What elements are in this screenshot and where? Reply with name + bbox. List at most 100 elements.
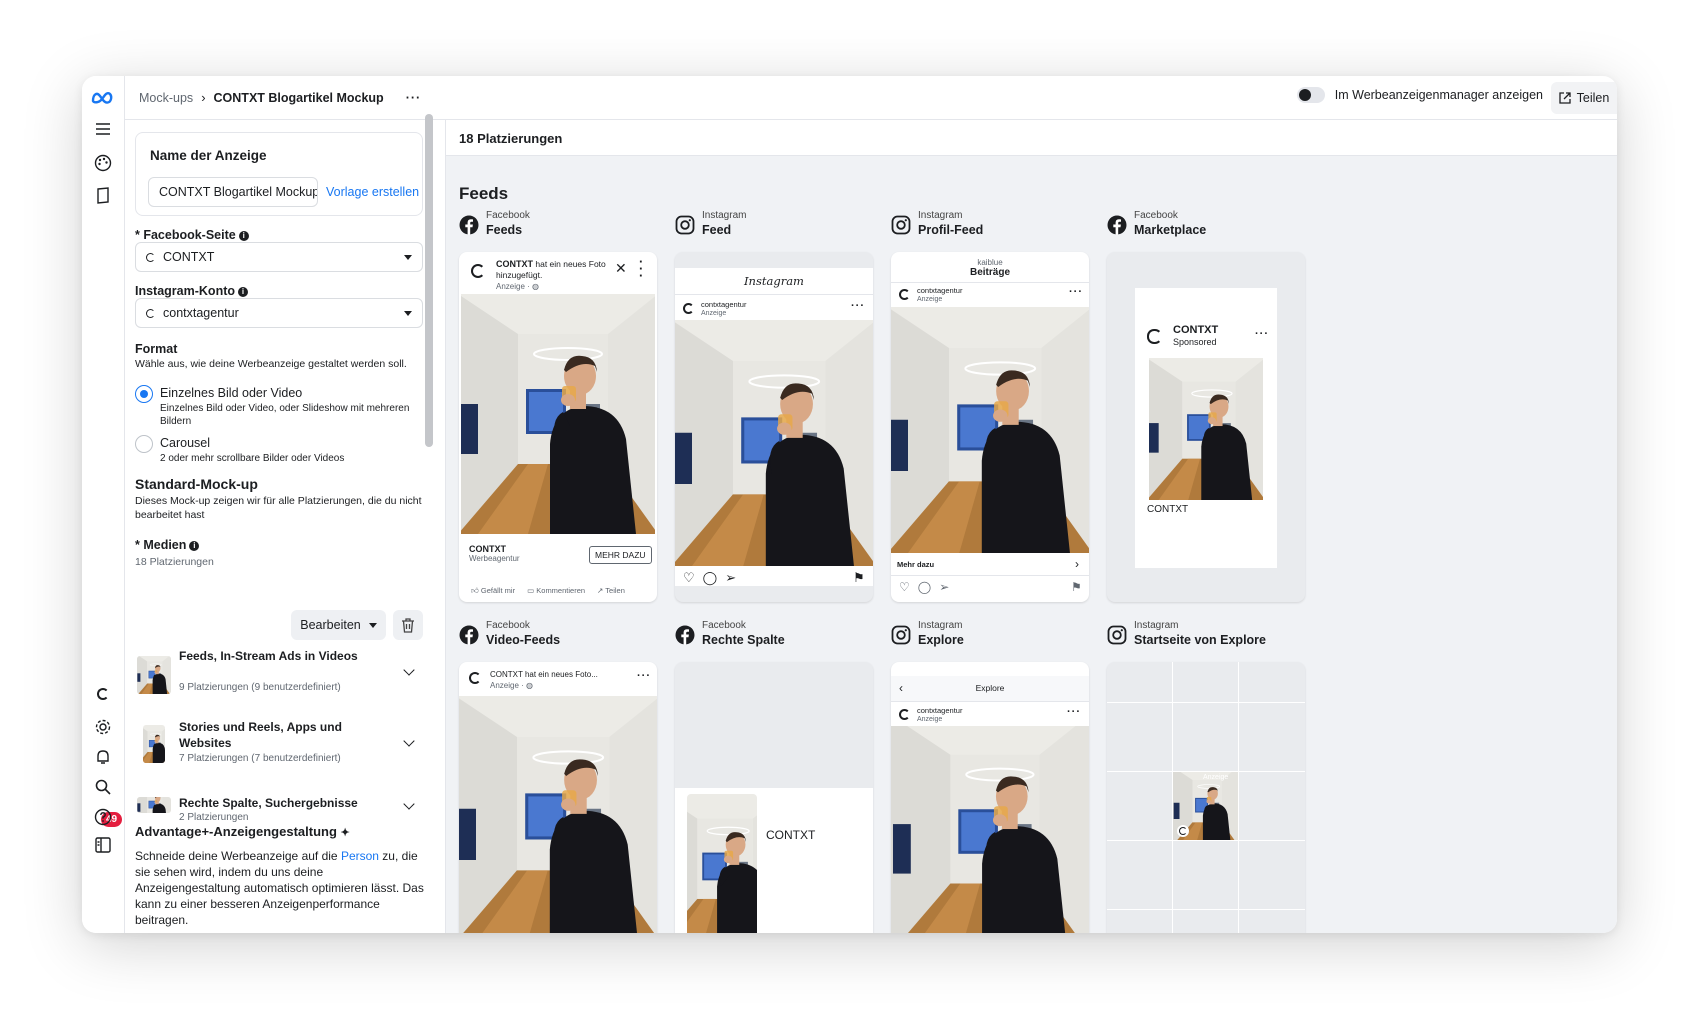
more-icon[interactable]: ···: [637, 670, 651, 682]
ads-manager-toggle[interactable]: [1296, 87, 1325, 103]
comment-icon[interactable]: ◯: [703, 570, 718, 586]
meta-logo-icon[interactable]: [90, 84, 116, 110]
share-button[interactable]: Teilen: [1551, 82, 1617, 114]
placement-name: Feeds: [486, 223, 523, 237]
ad-name-card: Name der Anzeige CONTXT Blogartikel Mock…: [135, 132, 423, 216]
heart-icon[interactable]: ♡: [683, 570, 695, 586]
facebook-icon: [1107, 215, 1127, 235]
panel-toggle-icon[interactable]: [90, 832, 116, 858]
chevron-down-icon[interactable]: [403, 798, 415, 810]
contxt-logo-icon[interactable]: [90, 681, 116, 707]
placement-name: Explore: [918, 633, 964, 647]
palette-icon[interactable]: [90, 150, 116, 176]
info-icon[interactable]: i: [189, 541, 200, 551]
placement-name: Feed: [702, 223, 732, 237]
placement-name: Profil-Feed: [918, 223, 984, 237]
post-text: CONTXT hat ein neues Foto... Anzeige · ◍: [490, 669, 598, 691]
instagram-account-label-text: Instagram-Konto: [135, 284, 235, 298]
settings-icon[interactable]: [90, 714, 116, 740]
send-icon[interactable]: ➢: [725, 570, 736, 586]
comment-icon[interactable]: ◯: [918, 580, 931, 594]
cta-label: Mehr dazu: [897, 560, 935, 569]
more-icon[interactable]: ···: [851, 300, 865, 312]
preview-fb-video-feeds[interactable]: CONTXT hat ein neues Foto... Anzeige · ◍…: [459, 662, 657, 933]
chevron-down-icon[interactable]: [403, 735, 415, 747]
heart-icon[interactable]: ♡: [899, 580, 910, 594]
radio-button-selected[interactable]: [135, 385, 153, 403]
placement-network: Instagram: [702, 210, 747, 221]
caret-down-icon: [368, 622, 377, 628]
preview-ig-profile-feed[interactable]: kaiblue Beiträge contxtagentur Anzeige ·…: [891, 252, 1089, 602]
notifications-icon[interactable]: [90, 744, 116, 770]
sparkle-icon: ✦: [340, 827, 350, 839]
ig-account: contxtagentur Anzeige: [917, 706, 962, 724]
instagram-account-select[interactable]: contxtagentur: [135, 298, 423, 328]
more-icon[interactable]: ···: [1255, 328, 1269, 340]
profile-title: Beiträge: [969, 267, 1010, 278]
preview-header: 18 Platzierungen: [446, 120, 1617, 156]
panel-scrollbar[interactable]: [425, 114, 433, 447]
top-bar: Mock-ups › CONTXT Blogartikel Mockup ···…: [125, 76, 1617, 120]
video-post-text: CONTXT hat ein neues Foto...: [490, 670, 598, 679]
sponsored-text: Anzeige ·: [490, 681, 527, 690]
ad-footer: CONTXT Werbeagentur: [469, 544, 520, 563]
preview-ig-feed[interactable]: Instagram contxtagentur Anzeige ··· ♡ ◯ ➢ …: [675, 252, 873, 602]
facebook-icon: [459, 215, 479, 235]
close-icon[interactable]: ✕: [615, 260, 627, 277]
kebab-menu-icon[interactable]: · · ·: [639, 255, 643, 282]
media-item-desc: 2 Platzierungen: [179, 812, 249, 823]
more-icon[interactable]: ···: [1069, 286, 1083, 298]
more-icon[interactable]: ···: [1067, 706, 1081, 718]
divider: [891, 282, 1089, 283]
cta-row[interactable]: Mehr dazu ›: [891, 554, 1089, 576]
more-options-button[interactable]: ···: [406, 91, 422, 105]
info-icon[interactable]: i: [238, 231, 249, 241]
chevron-down-icon[interactable]: [403, 664, 415, 676]
facebook-icon: [459, 625, 479, 645]
facebook-page-select[interactable]: CONTXT: [135, 242, 423, 272]
preview-fb-feed[interactable]: CONTXT hat ein neues Foto hinzugefügt. A…: [459, 252, 657, 602]
placement-network: Facebook: [1134, 210, 1178, 221]
menu-icon[interactable]: [90, 116, 116, 142]
learn-more-button[interactable]: MEHR DAZU: [589, 546, 652, 564]
person-link[interactable]: Person: [341, 849, 379, 863]
search-icon[interactable]: [90, 774, 116, 800]
like-button[interactable]: 👍︎ Gefällt mir: [471, 586, 515, 596]
media-label-text: * Medien: [135, 538, 187, 552]
breadcrumb-parent[interactable]: Mock-ups: [139, 91, 193, 105]
placement-network: Facebook: [486, 620, 530, 631]
preview-ig-explore[interactable]: ‹ Explore contxtagentur Anzeige ···: [891, 662, 1089, 933]
book-icon[interactable]: [90, 183, 116, 209]
comment-button[interactable]: ▭ Kommentieren: [527, 586, 585, 596]
bookmark-icon[interactable]: ⚑: [1071, 580, 1082, 594]
create-template-link[interactable]: Vorlage erstellen: [326, 185, 419, 199]
radio-button[interactable]: [135, 435, 153, 453]
explore-title: Explore: [975, 683, 1005, 693]
send-icon[interactable]: ➢: [939, 580, 949, 594]
advantage-title: Advantage+-Anzeigengestaltung ✦: [135, 824, 350, 839]
placement-fb-right-column: Facebook Rechte Spalte: [675, 620, 875, 656]
external-share-icon: [1559, 92, 1571, 104]
instagram-account-value: contxtagentur: [163, 306, 239, 320]
edit-media-button[interactable]: Bearbeiten: [291, 610, 386, 640]
right-column-ad: CONTXT: [675, 788, 873, 933]
share-post-button[interactable]: ↗ Teilen: [597, 586, 625, 596]
placement-network: Instagram: [918, 620, 963, 631]
preview-fb-marketplace[interactable]: CONTXT Sponsored ··· CONTXT: [1107, 252, 1305, 602]
ad-name-input[interactable]: CONTXT Blogartikel Mockup: [148, 177, 318, 207]
ad-name-title: Name der Anzeige: [150, 148, 267, 163]
info-icon[interactable]: i: [238, 287, 248, 297]
explore-ad-cell[interactable]: Anzeige: [1173, 772, 1238, 840]
format-option-title: Carousel: [160, 436, 211, 450]
delete-media-button[interactable]: [393, 610, 423, 640]
help-icon[interactable]: [90, 804, 116, 830]
globe-icon: ◍: [532, 282, 540, 291]
bookmark-icon[interactable]: ⚑: [853, 570, 865, 586]
preview-ig-explore-home[interactable]: Anzeige: [1107, 662, 1305, 933]
caret-down-icon: [404, 310, 412, 316]
facebook-page-value: CONTXT: [163, 250, 215, 264]
facebook-page-label: * Facebook-Seite i: [135, 228, 249, 242]
media-sub: 18 Platzierungen: [135, 556, 214, 568]
ad-photo: [459, 696, 657, 933]
preview-fb-right-column[interactable]: CONTXT: [675, 662, 873, 933]
